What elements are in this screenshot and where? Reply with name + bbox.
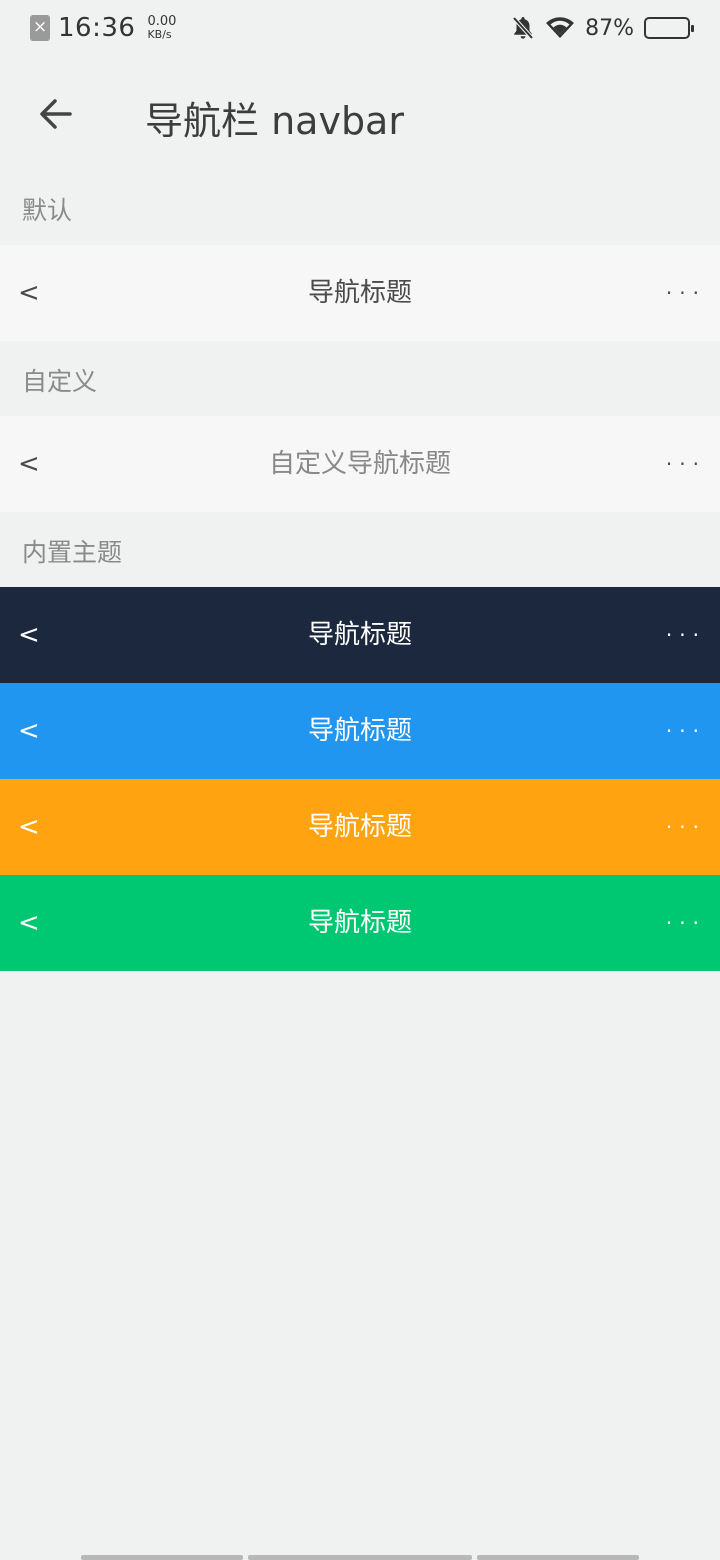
battery-icon [644, 17, 694, 39]
navbar-custom: < 自定义导航标题 ··· [0, 416, 720, 512]
status-right: 87% [511, 15, 694, 41]
navbar-more-button[interactable]: ··· [666, 587, 706, 683]
status-left: 16:36 0.00 KB/s [30, 13, 176, 43]
navbar-theme-blue: < 导航标题 ··· [0, 683, 720, 779]
navbar-theme-orange: < 导航标题 ··· [0, 779, 720, 875]
navbar-more-button[interactable]: ··· [666, 683, 706, 779]
network-speed-value: 0.00 [147, 14, 177, 29]
page-title: 导航栏 navbar [145, 99, 404, 143]
navbar-theme-dark: < 导航标题 ··· [0, 587, 720, 683]
navbar-more-button[interactable]: ··· [666, 416, 706, 512]
wifi-icon [546, 17, 575, 38]
navbar-more-button[interactable]: ··· [666, 779, 706, 875]
section-label-custom: 自定义 [22, 367, 98, 396]
navbar-title: 自定义导航标题 [268, 449, 451, 479]
arrow-left-icon[interactable] [34, 92, 78, 136]
section-label-default: 默认 [22, 196, 73, 225]
navbar-default: < 导航标题 ··· [0, 245, 720, 341]
navbar-more-button[interactable]: ··· [666, 875, 706, 971]
navbar-theme-green: < 导航标题 ··· [0, 875, 720, 971]
navbar-title: 导航标题 [307, 812, 412, 842]
navbar-title: 导航标题 [307, 716, 412, 746]
gesture-bar-right [477, 1555, 639, 1560]
status-time: 16:36 [58, 13, 136, 43]
navbar-title: 导航标题 [307, 620, 412, 650]
battery-percent: 87% [585, 15, 634, 41]
navbar-title: 导航标题 [307, 908, 412, 938]
network-speed: 0.00 KB/s [147, 15, 176, 41]
network-speed-unit: KB/s [147, 28, 172, 41]
gesture-bar-center[interactable] [248, 1555, 472, 1560]
gesture-bar-left [81, 1555, 243, 1560]
app-header: 导航栏 navbar [0, 56, 720, 174]
status-bar: 16:36 0.00 KB/s 87% [0, 0, 720, 56]
no-sim-icon [30, 15, 50, 41]
navbar-title: 导航标题 [307, 278, 412, 308]
navbar-more-button[interactable]: ··· [666, 245, 706, 341]
bell-off-icon [512, 16, 534, 40]
section-label-themes: 内置主题 [22, 538, 123, 567]
